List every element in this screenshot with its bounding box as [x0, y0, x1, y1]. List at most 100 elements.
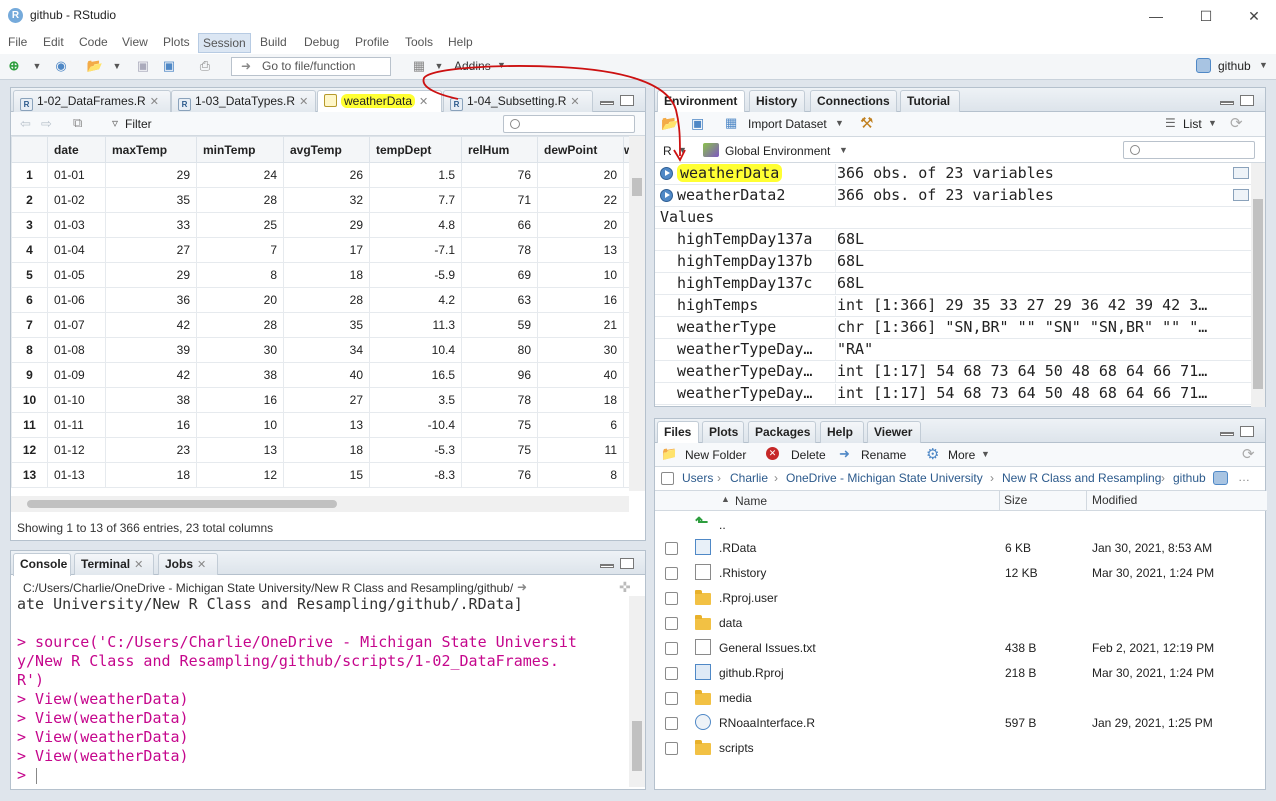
- breadcrumb-more-icon[interactable]: …: [1238, 470, 1250, 484]
- tab-packages[interactable]: Packages: [748, 421, 816, 443]
- modified-column-header[interactable]: Modified: [1086, 491, 1137, 511]
- minimize-pane-icon[interactable]: [1220, 432, 1234, 436]
- breadcrumb-github[interactable]: github: [1173, 471, 1206, 485]
- tab-weatherdata[interactable]: weatherData ✕: [317, 90, 442, 113]
- minimize-pane-icon[interactable]: [600, 564, 614, 568]
- breadcrumb-new-r-class[interactable]: New R Class and Resampling: [1002, 471, 1161, 485]
- file-checkbox[interactable]: [665, 717, 678, 730]
- close-tab-icon[interactable]: ✕: [299, 96, 308, 108]
- size-column-header[interactable]: Size: [999, 491, 1027, 511]
- import-dataset-icon[interactable]: ▦: [725, 115, 737, 131]
- close-window-button[interactable]: ✕: [1244, 6, 1264, 26]
- file-checkbox[interactable]: [665, 642, 678, 655]
- file-name[interactable]: scripts: [719, 741, 754, 755]
- menu-view[interactable]: View: [122, 35, 148, 49]
- tab-1-02-dataframes[interactable]: R 1-02_DataFrames.R ✕: [13, 90, 171, 112]
- console-scrollbar[interactable]: [629, 596, 645, 787]
- minimize-window-button[interactable]: —: [1146, 6, 1166, 26]
- table-row[interactable]: 8 01-08 39 30 34 10.4 80 30: [11, 337, 642, 363]
- tab-files[interactable]: Files: [657, 421, 699, 444]
- file-name[interactable]: RNoaaInterface.R: [719, 716, 815, 730]
- column-header[interactable]: minTemp: [196, 136, 284, 163]
- menu-help[interactable]: Help: [448, 35, 473, 49]
- new-file-dropdown-icon[interactable]: ▼: [28, 58, 46, 74]
- close-tab-icon[interactable]: ✕: [419, 96, 428, 108]
- menu-file[interactable]: File: [8, 35, 27, 49]
- go-to-directory-icon[interactable]: ➜: [517, 580, 527, 594]
- env-value-row[interactable]: weatherTypeDay… int [1:17] 54 68 73 64 50…: [655, 383, 1253, 405]
- environment-search-input[interactable]: [1123, 141, 1255, 159]
- more-dropdown-icon[interactable]: ▼: [981, 449, 990, 459]
- tab-connections[interactable]: Connections: [810, 90, 897, 112]
- menu-plots[interactable]: Plots: [163, 35, 190, 49]
- env-value-row[interactable]: weatherType chr [1:366] "SN,BR" "" "SN" "…: [655, 317, 1253, 339]
- load-workspace-icon[interactable]: 📂: [661, 115, 678, 132]
- file-checkbox[interactable]: [665, 692, 678, 705]
- delete-button[interactable]: Delete: [791, 448, 826, 462]
- file-name[interactable]: .Rproj.user: [719, 591, 778, 605]
- env-value-row[interactable]: highTempDay137c 68L: [655, 273, 1253, 295]
- more-gear-icon[interactable]: ⚙: [926, 445, 939, 463]
- column-header[interactable]: maxTemp: [105, 136, 197, 163]
- addins-menu[interactable]: Addins: [454, 59, 491, 73]
- column-header[interactable]: tempDept: [369, 136, 462, 163]
- save-icon[interactable]: ▣: [134, 58, 152, 74]
- table-row[interactable]: 2 01-02 35 28 32 7.7 71 22: [11, 187, 642, 213]
- breadcrumb-onedrive[interactable]: OneDrive - Michigan State University: [786, 471, 983, 485]
- open-file-dropdown-icon[interactable]: ▼: [108, 58, 126, 74]
- console-scroll-thumb[interactable]: [632, 721, 642, 771]
- env-value-row[interactable]: highTempDay137a 68L: [655, 229, 1253, 251]
- new-folder-icon[interactable]: 📁: [661, 446, 677, 462]
- menu-session[interactable]: Session: [198, 33, 251, 53]
- table-row[interactable]: 1 01-01 29 24 26 1.5 76 20: [11, 162, 642, 188]
- goto-file-function-input[interactable]: ➜ Go to file/function: [231, 57, 391, 76]
- maximize-pane-icon[interactable]: [1240, 95, 1254, 106]
- workspace-panes-icon[interactable]: ▦: [410, 58, 428, 74]
- menu-profile[interactable]: Profile: [355, 35, 389, 49]
- grid-vertical-scrollbar[interactable]: [629, 136, 645, 491]
- new-folder-button[interactable]: New Folder: [685, 448, 746, 462]
- delete-icon[interactable]: ✕: [766, 447, 779, 460]
- file-row[interactable]: RNoaaInterface.R 597 B Jan 29, 2021, 1:25 …: [655, 711, 1265, 736]
- column-header[interactable]: avgTemp: [283, 136, 370, 163]
- tab-terminal[interactable]: Terminal ✕: [74, 553, 154, 575]
- tab-plots[interactable]: Plots: [702, 421, 744, 443]
- tab-tutorial[interactable]: Tutorial: [900, 90, 960, 112]
- menu-edit[interactable]: Edit: [43, 35, 64, 49]
- file-name[interactable]: media: [719, 691, 752, 705]
- env-data-row[interactable]: weatherData 366 obs. of 23 variables: [655, 163, 1253, 185]
- language-select[interactable]: R: [663, 144, 672, 158]
- menu-debug[interactable]: Debug: [304, 35, 339, 49]
- breadcrumb-users[interactable]: Users: [682, 471, 713, 485]
- print-icon[interactable]: ⎙: [196, 58, 214, 74]
- file-row[interactable]: .Rproj.user: [655, 586, 1265, 611]
- env-data-row[interactable]: weatherData2 366 obs. of 23 variables: [655, 185, 1253, 207]
- table-row[interactable]: 10 01-10 38 16 27 3.5 78 18: [11, 387, 642, 413]
- select-all-checkbox[interactable]: [661, 472, 674, 485]
- file-checkbox[interactable]: [665, 592, 678, 605]
- close-tab-icon[interactable]: ✕: [570, 96, 579, 108]
- save-workspace-icon[interactable]: ▣: [691, 115, 704, 132]
- save-all-icon[interactable]: ▣: [160, 58, 178, 74]
- back-icon[interactable]: ⇦: [20, 116, 31, 132]
- view-mode-dropdown-icon[interactable]: ▼: [1208, 118, 1217, 128]
- open-file-icon[interactable]: 📂: [86, 58, 104, 74]
- tab-jobs[interactable]: Jobs ✕: [158, 553, 218, 575]
- close-tab-icon[interactable]: ✕: [197, 559, 206, 571]
- table-row[interactable]: 12 01-12 23 13 18 -5.3 75 11: [11, 437, 642, 463]
- file-name[interactable]: .Rhistory: [719, 566, 766, 580]
- file-name[interactable]: github.Rproj: [719, 666, 784, 680]
- tab-console[interactable]: Console: [13, 553, 71, 576]
- tab-viewer[interactable]: Viewer: [867, 421, 921, 443]
- environment-scope-select[interactable]: Global Environment: [725, 144, 830, 158]
- table-row[interactable]: 7 01-07 42 28 35 11.3 59 21: [11, 312, 642, 338]
- column-header[interactable]: relHum: [461, 136, 538, 163]
- maximize-pane-icon[interactable]: [1240, 426, 1254, 437]
- file-row[interactable]: scripts: [655, 736, 1265, 761]
- column-header[interactable]: date: [47, 136, 106, 163]
- file-row[interactable]: media: [655, 686, 1265, 711]
- grid-hscroll-thumb[interactable]: [27, 500, 337, 508]
- addins-dropdown-icon[interactable]: ▼: [497, 60, 506, 70]
- maximize-pane-icon[interactable]: [620, 558, 634, 569]
- grid-horizontal-scrollbar[interactable]: [11, 496, 629, 512]
